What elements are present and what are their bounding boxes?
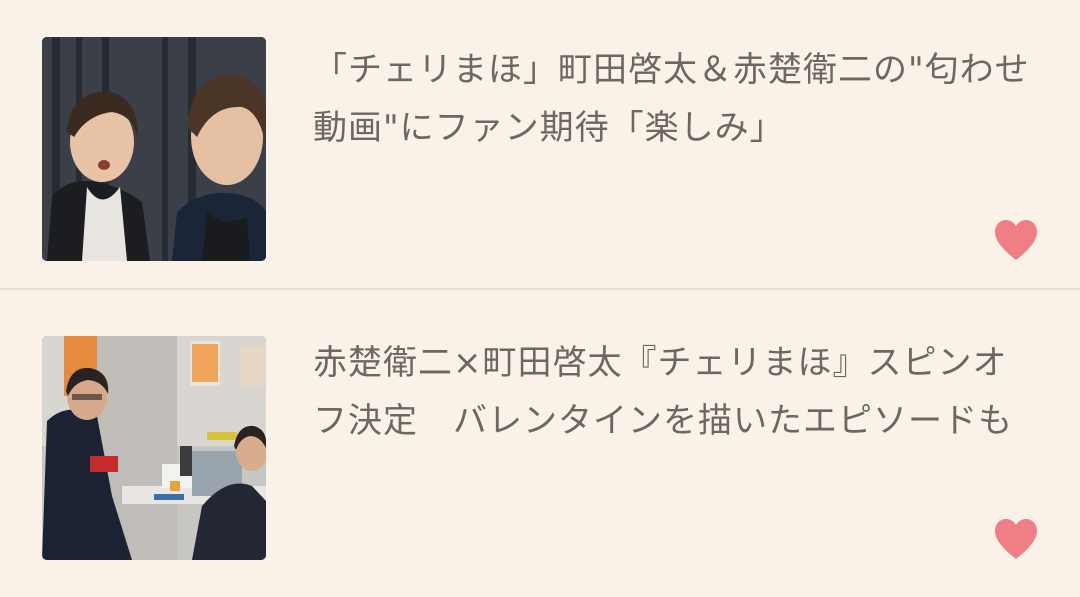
article-title[interactable]: 「チェリまほ」町田啓太＆赤楚衛二の"匂わせ動画"にファン期待「楽しみ」 <box>313 41 1033 157</box>
article-thumbnail[interactable] <box>42 336 266 560</box>
heart-icon <box>995 519 1037 559</box>
office-scene-photo <box>42 336 266 560</box>
selfie-photo <box>42 37 266 261</box>
article-item[interactable]: 赤楚衛二×町田啓太『チェリまほ』スピンオフ決定 バレンタインを描いたエピソードも <box>0 290 1080 597</box>
favorite-button[interactable] <box>992 218 1040 262</box>
heart-icon <box>995 220 1037 260</box>
favorite-button[interactable] <box>992 517 1040 561</box>
article-title[interactable]: 赤楚衛二×町田啓太『チェリまほ』スピンオフ決定 バレンタインを描いたエピソードも <box>313 334 1033 450</box>
article-item[interactable]: 「チェリまほ」町田啓太＆赤楚衛二の"匂わせ動画"にファン期待「楽しみ」 <box>0 0 1080 290</box>
article-thumbnail[interactable] <box>42 37 266 261</box>
